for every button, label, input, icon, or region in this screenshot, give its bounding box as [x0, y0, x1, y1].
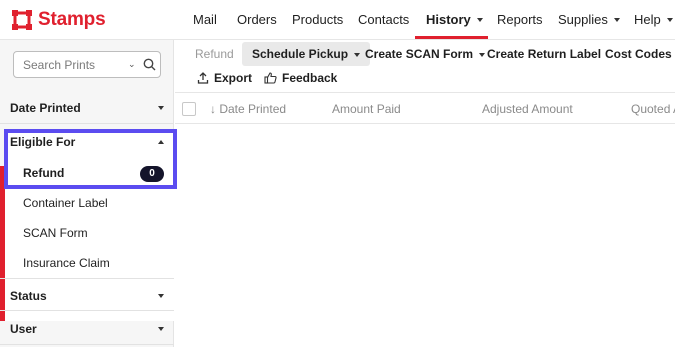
nav-supplies-label: Supplies — [558, 12, 608, 27]
feedback-button[interactable]: Feedback — [256, 66, 345, 90]
search-input[interactable] — [23, 56, 123, 73]
filter-option-container-label[interactable]: Container Label — [0, 188, 174, 218]
chevron-down-icon — [666, 18, 673, 22]
filter-user-label: User — [10, 322, 37, 336]
search-prints-box[interactable]: ⌄ — [13, 51, 161, 78]
feedback-label: Feedback — [282, 71, 338, 85]
nav-orders[interactable]: Orders — [237, 12, 277, 27]
nav-reports-label: Reports — [497, 12, 543, 27]
stamps-logo[interactable]: Stamps — [12, 9, 106, 31]
column-quoted-amount[interactable]: Quoted A — [631, 102, 675, 116]
chevron-down-icon — [158, 327, 164, 331]
nav-mail-label: Mail — [193, 12, 217, 27]
chevron-down-icon[interactable]: ⌄ — [128, 59, 136, 70]
nav-help-label: Help — [634, 12, 661, 27]
filter-date-printed[interactable]: Date Printed — [0, 91, 174, 124]
select-all-checkbox[interactable] — [182, 102, 196, 116]
filter-user[interactable]: User — [0, 312, 174, 345]
filter-option-scan-form-label: SCAN Form — [23, 226, 88, 240]
create-return-label-label: Create Return Label — [487, 47, 602, 61]
schedule-pickup-label: Schedule Pickup — [252, 47, 349, 61]
column-amount-paid[interactable]: Amount Paid — [332, 102, 401, 116]
active-tab-underline — [415, 36, 488, 39]
stamps-logo-icon — [12, 10, 32, 30]
nav-supplies[interactable]: Supplies — [558, 12, 620, 27]
nav-products-label: Products — [292, 12, 344, 27]
search-icon[interactable] — [143, 58, 156, 71]
filter-status[interactable]: Status — [0, 278, 174, 311]
nav-contacts[interactable]: Contacts — [358, 12, 409, 27]
chevron-down-icon — [158, 294, 164, 298]
export-button[interactable]: Export — [189, 66, 260, 90]
filter-option-insurance-claim[interactable]: Insurance Claim — [0, 248, 174, 278]
filter-sidebar: ⌄ Date Printed Eligible For Refund 0 Con… — [0, 40, 174, 347]
chevron-down-icon — [158, 106, 164, 110]
filter-option-insurance-claim-label: Insurance Claim — [23, 256, 110, 270]
nav-products[interactable]: Products — [292, 12, 343, 27]
refund-button[interactable]: Refund — [185, 42, 244, 66]
filter-date-printed-label: Date Printed — [10, 101, 81, 115]
column-date-printed[interactable]: ↓ Date Printed — [210, 102, 286, 116]
refund-button-label: Refund — [195, 47, 234, 61]
nav-mail[interactable]: Mail — [193, 12, 217, 27]
upload-icon — [197, 72, 209, 84]
thumbs-up-icon — [264, 72, 277, 84]
nav-history-label: History — [426, 12, 471, 27]
filter-option-scan-form[interactable]: SCAN Form — [0, 218, 174, 248]
filter-status-label: Status — [10, 289, 47, 303]
chevron-down-icon — [613, 18, 620, 22]
nav-help[interactable]: Help — [634, 12, 673, 27]
filter-option-container-label-text: Container Label — [23, 196, 108, 210]
top-navigation-bar: Stamps Mail Orders Products Contacts His… — [0, 0, 675, 40]
chevron-down-icon — [476, 18, 483, 22]
nav-history[interactable]: History — [426, 12, 483, 27]
schedule-pickup-button[interactable]: Schedule Pickup — [242, 42, 371, 66]
export-label: Export — [214, 71, 253, 85]
create-return-label-button[interactable]: Create Return Label — [477, 42, 611, 66]
nav-contacts-label: Contacts — [358, 12, 410, 27]
nav-orders-label: Orders — [237, 12, 277, 27]
create-scan-form-button[interactable]: Create SCAN Form — [355, 42, 495, 66]
actions-toolbar: Refund Schedule Pickup Create SCAN Form … — [180, 40, 675, 92]
cost-codes-button[interactable]: Cost Codes — [595, 42, 675, 66]
prints-table-header: ↓ Date Printed Amount Paid Adjusted Amou… — [175, 92, 675, 124]
nav-reports[interactable]: Reports — [497, 12, 543, 27]
cost-codes-label: Cost Codes — [605, 47, 672, 61]
brand-name: Stamps — [38, 9, 106, 30]
selection-highlight-box — [4, 129, 177, 189]
column-adjusted-amount[interactable]: Adjusted Amount — [482, 102, 573, 116]
create-scan-form-label: Create SCAN Form — [365, 47, 474, 61]
